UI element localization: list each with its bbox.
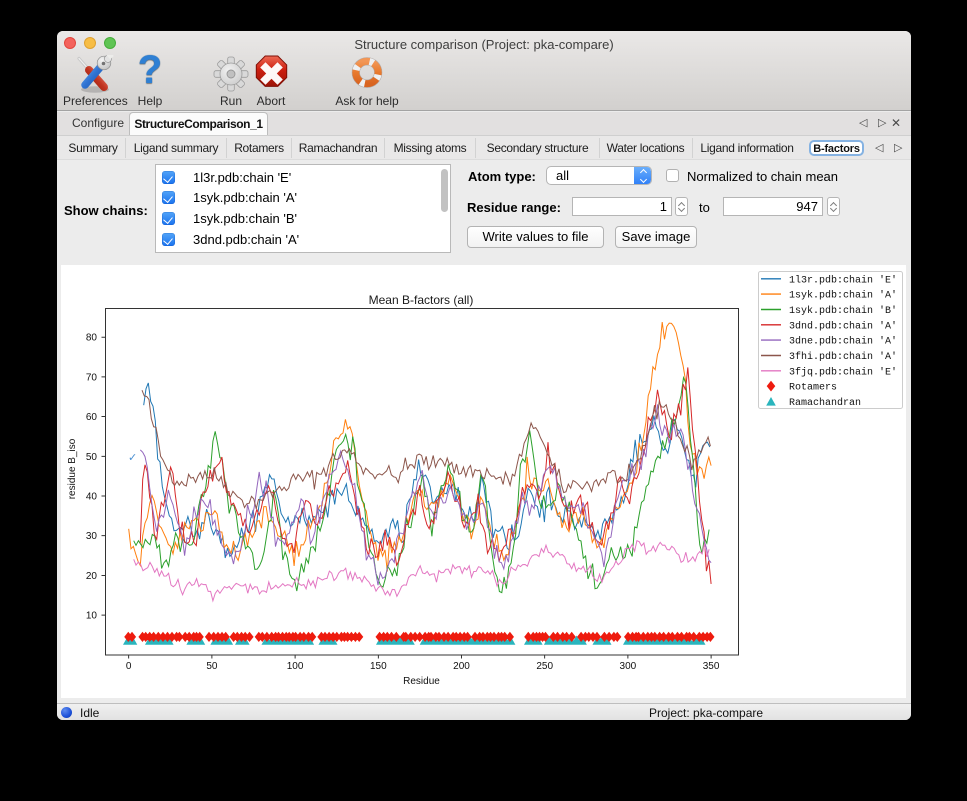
svg-text:80: 80: [86, 333, 98, 344]
svg-text:250: 250: [536, 661, 553, 672]
svg-text:3fhi.pdb:chain 'A': 3fhi.pdb:chain 'A': [789, 351, 897, 363]
svg-text:Residue: Residue: [403, 676, 440, 687]
svg-text:✓: ✓: [128, 452, 137, 464]
svg-text:40: 40: [86, 492, 98, 503]
svg-text:10: 10: [86, 611, 98, 622]
svg-text:3fjq.pdb:chain 'E': 3fjq.pdb:chain 'E': [789, 366, 897, 378]
svg-text:Mean B-factors (all): Mean B-factors (all): [369, 293, 474, 307]
svg-text:60: 60: [86, 412, 98, 423]
svg-text:residue B_iso: residue B_iso: [67, 438, 78, 499]
svg-text:50: 50: [206, 661, 218, 672]
svg-text:50: 50: [86, 452, 98, 463]
svg-text:1syk.pdb:chain 'A': 1syk.pdb:chain 'A': [789, 290, 897, 302]
svg-text:20: 20: [86, 571, 98, 582]
svg-text:70: 70: [86, 372, 98, 383]
svg-text:Rotamers: Rotamers: [789, 383, 837, 394]
svg-text:Ramachandran: Ramachandran: [789, 397, 861, 409]
svg-text:0: 0: [126, 661, 132, 672]
svg-text:1l3r.pdb:chain 'E': 1l3r.pdb:chain 'E': [789, 274, 897, 286]
svg-text:350: 350: [703, 661, 720, 672]
svg-text:3dnd.pdb:chain 'A': 3dnd.pdb:chain 'A': [789, 320, 897, 332]
svg-text:3dne.pdb:chain 'A': 3dne.pdb:chain 'A': [789, 336, 897, 348]
svg-text:200: 200: [453, 661, 470, 672]
svg-text:30: 30: [86, 531, 98, 542]
svg-text:1syk.pdb:chain 'B': 1syk.pdb:chain 'B': [789, 305, 897, 317]
svg-text:150: 150: [370, 661, 387, 672]
svg-text:100: 100: [287, 661, 304, 672]
svg-text:300: 300: [620, 661, 637, 672]
